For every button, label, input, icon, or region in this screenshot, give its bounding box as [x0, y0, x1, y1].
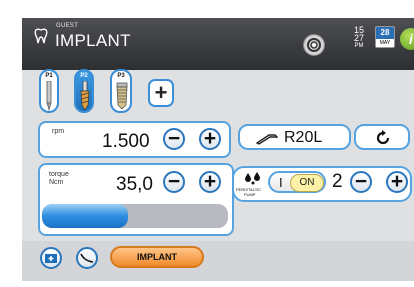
speed-increase-button[interactable]: +: [199, 128, 221, 150]
settings-button[interactable]: [303, 34, 325, 56]
tool-p1-label: P1: [45, 73, 53, 79]
drill-icon: [80, 81, 90, 111]
add-tool-button[interactable]: +: [148, 79, 174, 107]
handpiece-icon: [256, 134, 278, 145]
clock: 15 27 PM: [354, 26, 364, 50]
user-label: GUEST: [56, 23, 79, 29]
add-program-icon: [45, 254, 57, 263]
pump-toggle-off: I: [279, 175, 283, 190]
tool-p2-label: P2: [80, 73, 88, 79]
pump-label-2: PUMP: [244, 192, 256, 197]
pump-toggle-on: ON: [290, 174, 324, 192]
torque-label: torque: [49, 171, 69, 178]
pump-toggle[interactable]: I ON: [268, 171, 326, 193]
date-day: 28: [376, 27, 394, 39]
pump-drops-icon: [245, 172, 260, 185]
torque-level-fill: [42, 204, 128, 228]
torque-increase-button[interactable]: +: [199, 171, 221, 193]
speed-decrease-button[interactable]: −: [163, 128, 185, 150]
implant-button[interactable]: IMPLANT: [110, 246, 204, 268]
handpiece-settings-button[interactable]: [76, 247, 98, 269]
date-month: MAY: [379, 40, 391, 46]
clock-ampm: PM: [354, 43, 364, 49]
tool-p1[interactable]: P1: [39, 69, 59, 113]
speed-value: 1.500: [102, 131, 150, 152]
torque-decrease-button[interactable]: −: [163, 171, 185, 193]
rings-icon: [307, 38, 321, 52]
pump-value: 2: [332, 171, 343, 192]
add-program-button[interactable]: [40, 247, 62, 269]
rotate-clockwise-icon: [376, 130, 390, 145]
calendar-icon[interactable]: 28 MAY: [375, 26, 395, 48]
contra-angle-label: R20L: [284, 129, 323, 146]
torque-value: 35,0: [116, 174, 153, 195]
rotation-direction-button[interactable]: [354, 124, 410, 150]
tooth-icon: [34, 28, 48, 44]
page-title: IMPLANT: [55, 31, 131, 50]
bur-icon: [46, 81, 52, 111]
pump-increase-button[interactable]: +: [386, 171, 408, 193]
contra-angle-button[interactable]: R20L: [238, 124, 351, 150]
torque-unit: Ncm: [49, 179, 64, 186]
clock-minute: 27: [354, 33, 365, 43]
pump-decrease-button[interactable]: −: [350, 171, 372, 193]
torque-level-bar[interactable]: [42, 204, 228, 228]
tool-p2[interactable]: P2: [74, 69, 94, 113]
speed-label: rpm: [52, 128, 65, 135]
handpiece-small-icon: [80, 253, 94, 263]
tool-p3-label: P3: [117, 73, 125, 79]
tool-p3[interactable]: P3: [110, 69, 132, 113]
implant-screw-icon: [116, 82, 128, 110]
